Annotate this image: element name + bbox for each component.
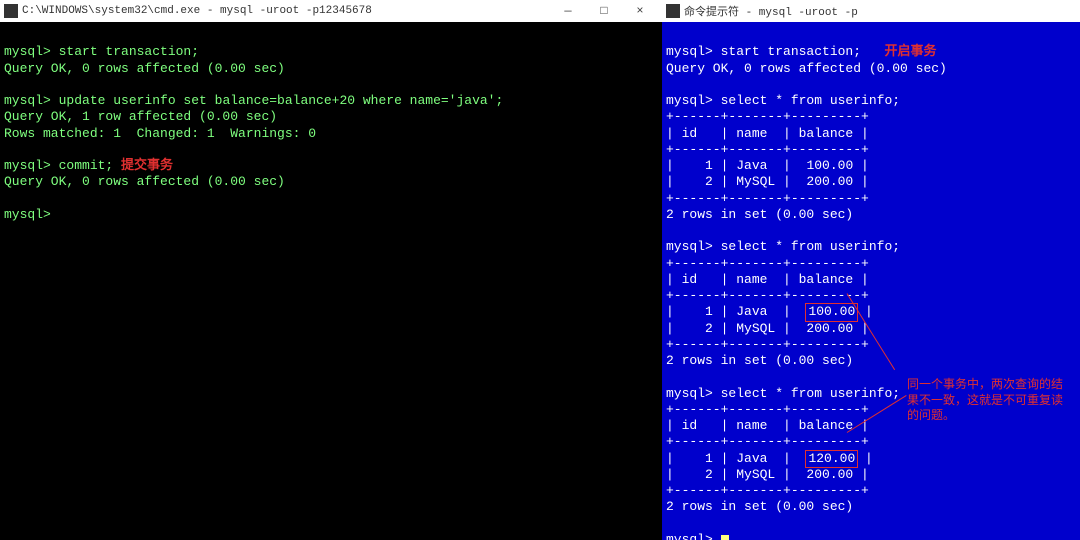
table-row: | 1 | Java | [666, 158, 806, 173]
table-header: | id | name | balance | [666, 126, 869, 141]
close-button[interactable]: × [622, 4, 658, 18]
table-border: +------+-------+---------+ [666, 402, 869, 417]
table-row: | 2 | MySQL | 200.00 | [666, 321, 869, 336]
output-line: Query OK, 0 rows affected (0.00 sec) [4, 61, 285, 76]
table-border: +------+-------+---------+ [666, 191, 869, 206]
prompt: mysql> [666, 44, 713, 59]
table-header: | id | name | balance | [666, 272, 869, 287]
prompt: mysql> [4, 44, 51, 59]
cmd-text: select * from userinfo; [713, 239, 900, 254]
left-window-title: C:\WINDOWS\system32\cmd.exe - mysql -uro… [22, 5, 550, 17]
annotation-commit: 提交事务 [121, 158, 173, 173]
table-border: +------+-------+---------+ [666, 434, 869, 449]
table-border: +------+-------+---------+ [666, 256, 869, 271]
cmd-icon [666, 4, 680, 18]
output-line: Query OK, 1 row affected (0.00 sec) [4, 109, 277, 124]
prompt: mysql> [4, 158, 51, 173]
table-row: | 1 | Java | [666, 304, 806, 319]
table-border: +------+-------+---------+ [666, 337, 869, 352]
table-row: | 1 | Java | [666, 451, 806, 466]
left-titlebar[interactable]: C:\WINDOWS\system32\cmd.exe - mysql -uro… [0, 0, 662, 22]
prompt: mysql> [666, 93, 713, 108]
left-terminal-output[interactable]: mysql> start transaction; Query OK, 0 ro… [0, 22, 662, 245]
cmd-text: select * from userinfo; [713, 93, 900, 108]
table-border: +------+-------+---------+ [666, 142, 869, 157]
annotation-side-note: 同一个事务中，两次查询的结果不一致，这就是不可重复读的问题。 [907, 378, 1067, 425]
maximize-button[interactable]: □ [586, 4, 622, 18]
balance-value-highlight-1: 100.00 [806, 304, 857, 320]
cursor [721, 535, 729, 540]
right-terminal-window: 命令提示符 - mysql -uroot -p mysql> start tra… [662, 0, 1080, 540]
annotation-start: 开启事务 [884, 44, 936, 59]
output-line: Query OK, 0 rows affected (0.00 sec) [4, 174, 285, 189]
right-titlebar[interactable]: 命令提示符 - mysql -uroot -p [662, 0, 1080, 22]
output-line: 2 rows in set (0.00 sec) [666, 353, 853, 368]
table-border: +------+-------+---------+ [666, 109, 869, 124]
prompt: mysql> [4, 93, 51, 108]
cmd-text: commit; [51, 158, 121, 173]
table-row: | 2 | MySQL | 200.00 | [666, 174, 869, 189]
cmd-text: start transaction; [51, 44, 199, 59]
prompt: mysql> [666, 386, 713, 401]
prompt: mysql> [4, 207, 51, 222]
cmd-text: select * from userinfo; [713, 386, 900, 401]
prompt: mysql> [666, 532, 713, 540]
balance-value: 100.00 [806, 158, 853, 173]
output-line: 2 rows in set (0.00 sec) [666, 207, 853, 222]
table-border: +------+-------+---------+ [666, 483, 869, 498]
left-terminal-window: C:\WINDOWS\system32\cmd.exe - mysql -uro… [0, 0, 662, 540]
table-border: +------+-------+---------+ [666, 288, 869, 303]
output-line: Query OK, 0 rows affected (0.00 sec) [666, 61, 947, 76]
cmd-icon [4, 4, 18, 18]
right-terminal-output[interactable]: mysql> start transaction; 开启事务 Query OK,… [662, 22, 1080, 540]
minimize-button[interactable]: — [550, 4, 586, 18]
output-line: 2 rows in set (0.00 sec) [666, 499, 853, 514]
cmd-text: update userinfo set balance=balance+20 w… [51, 93, 503, 108]
right-window-title: 命令提示符 - mysql -uroot -p [684, 3, 1076, 19]
table-row: | 2 | MySQL | 200.00 | [666, 467, 869, 482]
output-line: Rows matched: 1 Changed: 1 Warnings: 0 [4, 126, 316, 141]
prompt: mysql> [666, 239, 713, 254]
cmd-text: start transaction; [713, 44, 861, 59]
balance-value-highlight-2: 120.00 [806, 451, 857, 467]
table-header: | id | name | balance | [666, 418, 869, 433]
